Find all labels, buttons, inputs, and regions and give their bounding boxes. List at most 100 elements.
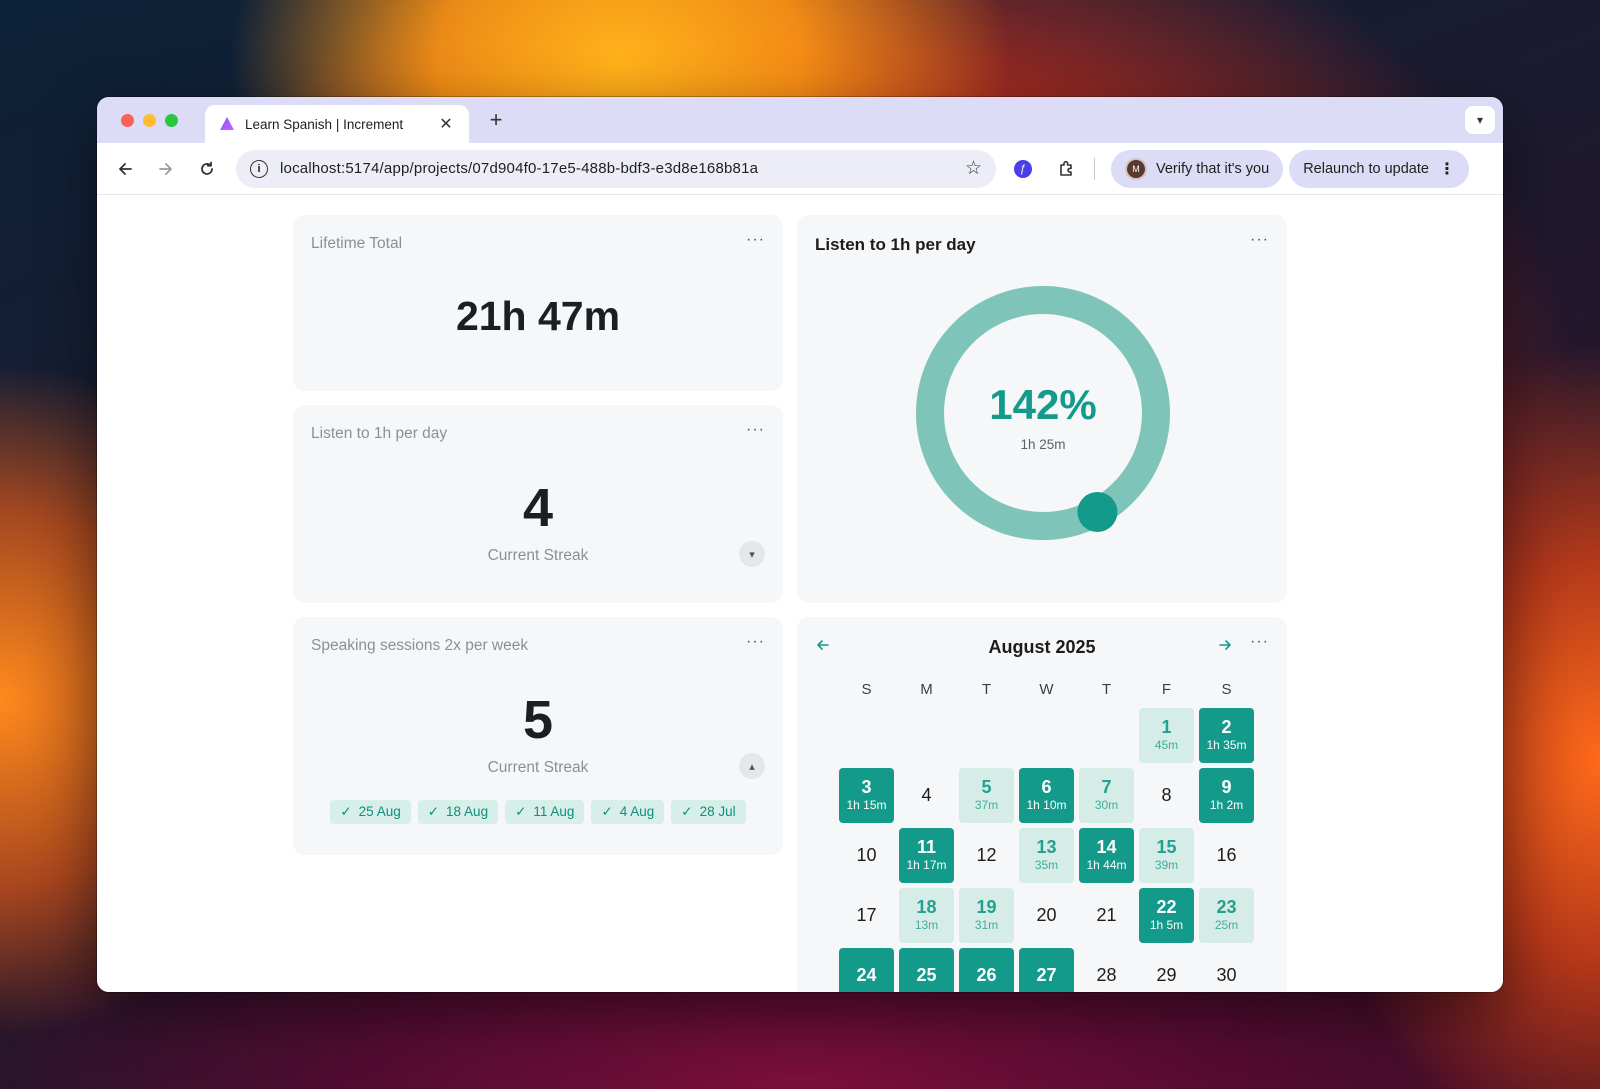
- weekday-header: W: [1039, 681, 1054, 698]
- tab-title: Learn Spanish | Increment: [245, 116, 404, 132]
- streak-label: Current Streak: [487, 547, 589, 564]
- calendar-day-duration: 45m: [1154, 738, 1179, 752]
- calendar-day[interactable]: 21: [1079, 888, 1134, 943]
- relaunch-label: Relaunch to update: [1303, 160, 1429, 177]
- listen-streak-card: Listen to 1h per day ··· 4 Current Strea…: [293, 405, 783, 603]
- calendar-day-number: 18: [916, 897, 937, 917]
- new-tab-button[interactable]: +: [483, 107, 509, 133]
- calendar-day-number: 19: [976, 897, 997, 917]
- calendar-day-number: 16: [1216, 845, 1237, 865]
- tab-strip: Learn Spanish | Increment ✕ + ▾: [97, 97, 1503, 143]
- extensions-menu-button[interactable]: [1050, 152, 1084, 186]
- streak-value: 4: [522, 478, 554, 538]
- calendar-day[interactable]: 20: [1019, 888, 1074, 943]
- calendar-day[interactable]: 2 1h 35m: [1199, 708, 1254, 763]
- card-title: Speaking sessions 2x per week: [311, 637, 529, 654]
- calendar-day-duration: 13m: [914, 918, 939, 932]
- calendar-day[interactable]: 25: [899, 948, 954, 992]
- calendar-day-number: 20: [1036, 905, 1057, 925]
- tab-search-button[interactable]: ▾: [1465, 106, 1495, 134]
- calendar-day[interactable]: 10: [839, 828, 894, 883]
- calendar-day-duration: 1h 15m: [846, 798, 887, 812]
- close-window-button[interactable]: [121, 114, 134, 127]
- url-text[interactable]: localhost:5174/app/projects/07d904f0-17e…: [280, 160, 965, 177]
- calendar-day[interactable]: 4: [899, 768, 954, 823]
- calendar-day-number: 11: [916, 837, 937, 857]
- calendar-day-number: 3: [861, 777, 872, 797]
- check-icon: ✓: [340, 804, 352, 819]
- calendar-day[interactable]: 17: [839, 888, 894, 943]
- calendar-day[interactable]: 3 1h 15m: [839, 768, 894, 823]
- browser-tab[interactable]: Learn Spanish | Increment ✕: [205, 105, 469, 143]
- lifetime-total-value: 21h 47m: [455, 293, 621, 339]
- calendar-day[interactable]: 6 1h 10m: [1019, 768, 1074, 823]
- more-options-icon[interactable]: ···: [746, 633, 765, 651]
- calendar-day[interactable]: 30: [1199, 948, 1254, 992]
- calendar-day[interactable]: 13 35m: [1019, 828, 1074, 883]
- zoom-window-button[interactable]: [165, 114, 178, 127]
- close-tab-icon[interactable]: ✕: [437, 114, 455, 134]
- calendar-day[interactable]: 19 31m: [959, 888, 1014, 943]
- calendar-day[interactable]: 1 45m: [1139, 708, 1194, 763]
- calendar-day-number: 7: [1101, 777, 1112, 797]
- more-options-icon[interactable]: ···: [1250, 633, 1269, 651]
- streak-label: Current Streak: [487, 759, 589, 776]
- expand-button[interactable]: ▾: [739, 541, 765, 567]
- calendar-day[interactable]: 14 1h 44m: [1079, 828, 1134, 883]
- calendar-day[interactable]: 27: [1019, 948, 1074, 992]
- calendar-day-number: 13: [1036, 837, 1057, 857]
- calendar-day-number: 2: [1221, 717, 1232, 737]
- minimize-window-button[interactable]: [143, 114, 156, 127]
- extension-button[interactable]: ƒ: [1006, 152, 1040, 186]
- calendar-day[interactable]: 29: [1139, 948, 1194, 992]
- check-icon: ✓: [515, 804, 527, 819]
- calendar-day[interactable]: 16: [1199, 828, 1254, 883]
- progress-ring-knob: [1077, 492, 1118, 533]
- calendar-day[interactable]: 8: [1139, 768, 1194, 823]
- calendar-day[interactable]: 18 13m: [899, 888, 954, 943]
- calendar-empty-cell: [839, 708, 894, 763]
- weekday-header: M: [920, 681, 933, 698]
- calendar-day-duration: 1h 10m: [1026, 798, 1067, 812]
- calendar-day[interactable]: 11 1h 17m: [899, 828, 954, 883]
- bookmark-star-icon[interactable]: ☆: [965, 157, 982, 180]
- calendar-day-number: 29: [1156, 965, 1177, 985]
- more-options-icon[interactable]: ···: [746, 421, 765, 439]
- calendar-day[interactable]: 28: [1079, 948, 1134, 992]
- calendar-day-number: 28: [1096, 965, 1117, 985]
- more-options-icon[interactable]: ···: [746, 231, 765, 249]
- verify-identity-button[interactable]: M Verify that it's you: [1111, 149, 1284, 188]
- calendar-day[interactable]: 22 1h 5m: [1139, 888, 1194, 943]
- next-month-button[interactable]: [1217, 637, 1233, 658]
- site-info-icon[interactable]: i: [250, 159, 268, 178]
- daily-progress-card: Listen to 1h per day ··· 142% 1h 25m: [797, 215, 1287, 603]
- card-title: Listen to 1h per day: [815, 235, 976, 254]
- streak-value: 5: [522, 690, 554, 750]
- address-bar[interactable]: i localhost:5174/app/projects/07d904f0-1…: [236, 149, 996, 188]
- calendar-day-number: 15: [1156, 837, 1177, 857]
- calendar-day-duration: 37m: [974, 798, 999, 812]
- calendar-day[interactable]: 5 37m: [959, 768, 1014, 823]
- page-content: Lifetime Total ··· 21h 47m Listen to 1h …: [97, 195, 1503, 992]
- card-title: Lifetime Total: [311, 235, 403, 252]
- back-button[interactable]: [107, 151, 143, 187]
- kebab-menu-icon[interactable]: ⋮: [1439, 159, 1455, 179]
- forward-button[interactable]: [148, 151, 184, 187]
- calendar-empty-cell: [1079, 708, 1134, 763]
- relaunch-button[interactable]: Relaunch to update ⋮: [1289, 149, 1469, 188]
- calendar-day-number: 8: [1161, 785, 1172, 805]
- calendar-day[interactable]: 9 1h 2m: [1199, 768, 1254, 823]
- calendar-day[interactable]: 15 39m: [1139, 828, 1194, 883]
- calendar-day[interactable]: 12: [959, 828, 1014, 883]
- calendar-day[interactable]: 24: [839, 948, 894, 992]
- more-options-icon[interactable]: ···: [1250, 231, 1269, 249]
- arrow-right-icon: [159, 162, 172, 175]
- collapse-button[interactable]: ▴: [739, 753, 765, 779]
- calendar-day[interactable]: 23 25m: [1199, 888, 1254, 943]
- calendar-day-duration: 1h 35m: [1206, 738, 1247, 752]
- calendar-day-number: 12: [976, 845, 997, 865]
- browser-toolbar: i localhost:5174/app/projects/07d904f0-1…: [97, 143, 1503, 195]
- reload-button[interactable]: [189, 151, 225, 187]
- calendar-day[interactable]: 26: [959, 948, 1014, 992]
- calendar-day[interactable]: 7 30m: [1079, 768, 1134, 823]
